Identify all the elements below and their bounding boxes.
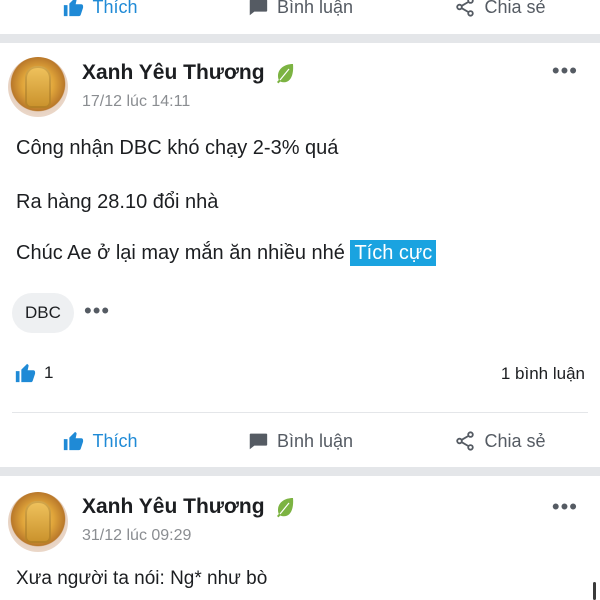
comment-count[interactable]: 1 bình luận [501,364,585,384]
more-dots-icon[interactable]: ••• [552,58,578,84]
more-dots-icon[interactable]: ••• [552,494,578,520]
more-dots-icon[interactable]: ••• [84,298,110,324]
post-text-line: Xưa người ta nói: Ng* như bò [16,568,268,589]
thumbs-up-icon [15,363,36,383]
post-text-line-3: Chúc Ae ở lại may mắn ăn nhiều nhé [16,242,345,264]
sentiment-tag: Tích cực [350,240,437,266]
divider-line [12,412,588,413]
author-name[interactable]: Xanh Yêu Thương [82,61,297,85]
post-text-line: Ra hàng 28.10 đổi nhà [16,191,219,213]
avatar[interactable] [8,492,68,552]
post-text-line: Chúc Ae ở lại may mắn ăn nhiều nhé Tích … [16,240,437,266]
post-time: 31/12 lúc 09:29 [82,527,192,544]
comment-button[interactable]: Bình luận [200,424,400,458]
share-button[interactable]: Chia sẻ [400,424,600,458]
scrollbar[interactable] [593,582,596,600]
author-name[interactable]: Xanh Yêu Thương [82,495,297,519]
post-divider [0,467,600,476]
post-text-line: Công nhận DBC khó chạy 2-3% quá [16,137,339,159]
post-card: Xanh Yêu Thương 17/12 lúc 14:11 ••• Công… [0,0,600,470]
like-count[interactable]: 1 [14,362,53,384]
post-stats: 1 1 bình luận [0,362,600,388]
stock-chip[interactable]: DBC [12,293,74,333]
post-card: Xanh Yêu Thương 31/12 lúc 09:29 ••• Xưa … [0,476,600,600]
like-button[interactable]: Thích [0,424,200,458]
speech-bubble-icon [249,433,268,450]
comment-label: Bình luận [276,430,354,451]
post-time: 17/12 lúc 14:11 [82,93,191,110]
like-label: Thích [92,430,138,451]
thumbs-up-icon [64,431,84,451]
leaf-icon [276,498,293,518]
share-label: Chia sẻ [484,430,546,451]
share-icon [456,431,475,451]
like-count-value: 1 [44,363,54,382]
avatar[interactable] [8,57,68,117]
leaf-icon [276,64,293,84]
post-action-row: Thích Bình luận Chia sẻ [0,424,600,458]
